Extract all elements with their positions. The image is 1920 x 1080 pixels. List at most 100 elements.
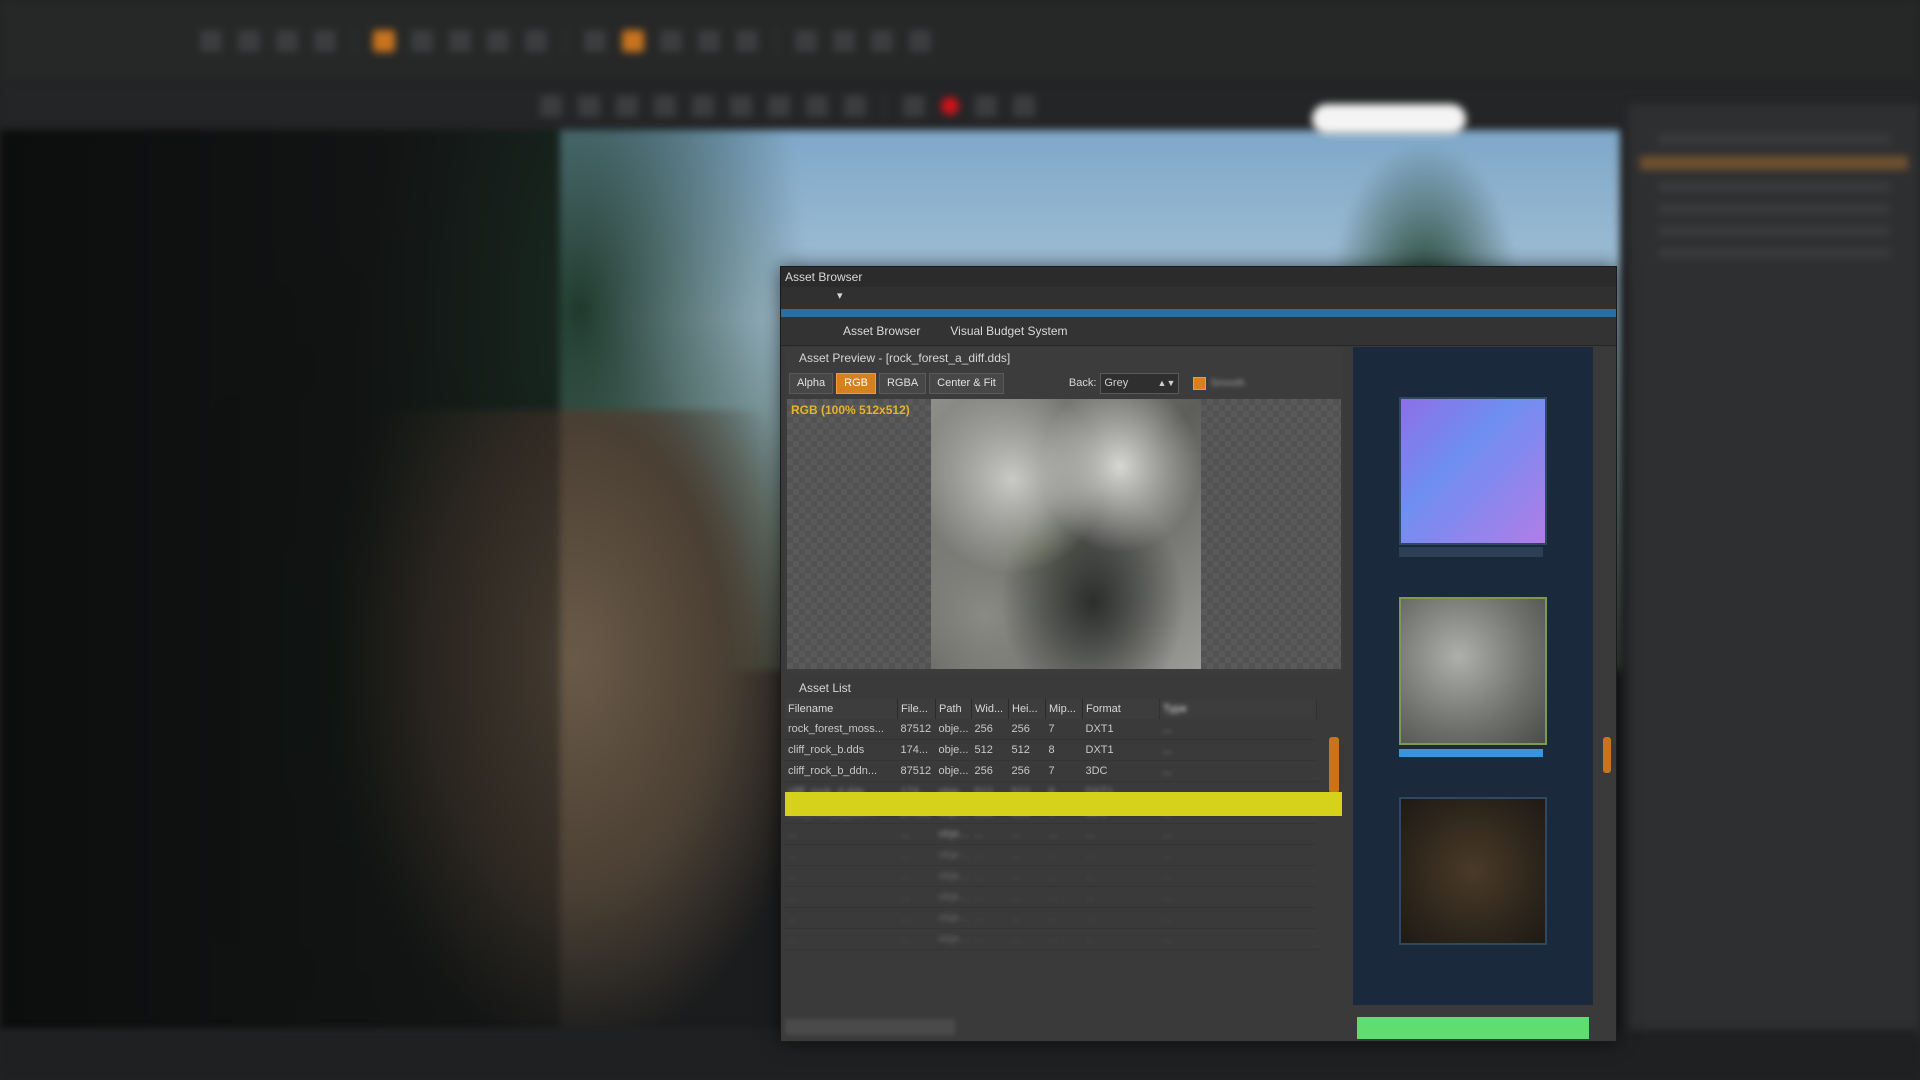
record-icon[interactable] <box>941 97 959 115</box>
toolbar-icon[interactable] <box>373 30 395 52</box>
chevron-down-icon[interactable]: ▾ <box>837 289 843 302</box>
column-header-file-size[interactable]: File... <box>897 699 936 719</box>
column-header-width[interactable]: Wid... <box>971 699 1009 719</box>
thumbnail-selection-bar <box>1399 749 1543 757</box>
table-row[interactable]: ...... obje.................. <box>785 928 1317 950</box>
cell-mips: ... <box>1045 865 1083 887</box>
thumbnail-scrollbar[interactable] <box>1603 737 1611 773</box>
toolbar-icon[interactable] <box>692 95 714 117</box>
toolbar-icon[interactable] <box>730 95 752 117</box>
table-row[interactable]: ...... obje.................. <box>785 886 1317 908</box>
cell-format: ... <box>1082 886 1160 908</box>
toolbar-icon[interactable] <box>525 30 547 52</box>
toolbar-icon[interactable] <box>833 30 855 52</box>
table-header-row: Filename File... Path Wid... Hei... Mip.… <box>785 699 1317 719</box>
cell-mips: ... <box>1045 823 1083 845</box>
toolbar-icon[interactable] <box>578 95 600 117</box>
cell-file-size: ... <box>897 844 936 866</box>
cell-height: ... <box>1008 823 1046 845</box>
toolbar-icon[interactable] <box>795 30 817 52</box>
toolbar-icon[interactable] <box>806 95 828 117</box>
asset-list-panel: Asset List Filename File... Path Wid... … <box>785 677 1343 1022</box>
rgba-button[interactable]: RGBA <box>878 372 927 394</box>
toolbar-icon[interactable] <box>844 95 866 117</box>
cell-mips: ... <box>1045 907 1083 929</box>
toolbar-icon[interactable] <box>660 30 682 52</box>
column-header-path[interactable]: Path <box>935 699 972 719</box>
dock-row <box>1658 204 1890 214</box>
cell-width: ... <box>971 907 1009 929</box>
asset-preview-toolbar: Alpha RGB RGBA Center & Fit Back: Grey ▲… <box>785 369 1343 397</box>
background-select[interactable]: Grey ▲▼ <box>1100 372 1180 394</box>
toolbar-icon[interactable] <box>622 30 644 52</box>
cell-mips: ... <box>1045 844 1083 866</box>
toolbar-separator <box>565 27 566 55</box>
toolbar-icon[interactable] <box>871 30 893 52</box>
toolbar-icon[interactable] <box>449 30 471 52</box>
preview-info-label: RGB (100% 512x512) <box>791 403 910 417</box>
cell-path: obje... <box>935 928 972 950</box>
cell-type: ... <box>1159 928 1317 950</box>
cell-format: ... <box>1082 823 1160 845</box>
cell-width: ... <box>971 844 1009 866</box>
cell-file-size: ... <box>897 823 936 845</box>
cell-mips: ... <box>1045 886 1083 908</box>
toolbar-icon[interactable] <box>487 30 509 52</box>
cell-width: ... <box>971 865 1009 887</box>
toolbar-icon[interactable] <box>540 95 562 117</box>
table-row[interactable]: ...... obje.................. <box>785 844 1317 866</box>
column-header-type[interactable]: Type <box>1159 699 1317 719</box>
preview-canvas[interactable]: RGB (100% 512x512) <box>787 399 1341 669</box>
rgb-button[interactable]: RGB <box>836 372 876 394</box>
cell-format: ... <box>1082 907 1160 929</box>
asset-table: Filename File... Path Wid... Hei... Mip.… <box>785 699 1317 950</box>
column-header-height[interactable]: Hei... <box>1008 699 1046 719</box>
asset-browser-status <box>785 1019 955 1035</box>
smooth-checkbox[interactable] <box>1193 376 1207 390</box>
tab-visual-budget-system[interactable]: Visual Budget System <box>950 324 1067 338</box>
dock-row <box>1658 182 1890 192</box>
background-select-value: Grey <box>1104 376 1129 389</box>
column-header-format[interactable]: Format <box>1082 699 1160 719</box>
column-header-filename[interactable]: Filename <box>785 699 898 719</box>
table-row[interactable]: ...... obje.................. <box>785 865 1317 887</box>
toolbar-icon[interactable] <box>238 30 260 52</box>
table-row[interactable]: ...... obje.................. <box>785 907 1317 929</box>
toolbar-icon[interactable] <box>616 95 638 117</box>
tab-asset-browser[interactable]: Asset Browser <box>843 324 920 338</box>
table-row[interactable]: cliff_rock_b.dds 174... obje... 512 512 8 DXT1… <box>785 739 1317 761</box>
asset-list-scrollbar[interactable] <box>1329 737 1339 793</box>
toolbar-icon[interactable] <box>411 30 433 52</box>
thumbnail-rock-dark[interactable] <box>1399 797 1547 945</box>
toolbar-icon[interactable] <box>654 95 676 117</box>
toolbar-icon[interactable] <box>909 30 931 52</box>
toolbar-icon[interactable] <box>1013 95 1035 117</box>
toolbar-icon[interactable] <box>276 30 298 52</box>
toolbar-icon[interactable] <box>314 30 336 52</box>
thumbnail-rock-diffuse[interactable] <box>1399 597 1547 745</box>
cell-height: ... <box>1008 928 1046 950</box>
table-row[interactable]: rock_forest_moss... 87512 obje... 256 256 7 DX… <box>785 719 1317 740</box>
toolbar-icon[interactable] <box>903 95 925 117</box>
center-fit-button[interactable]: Center & Fit <box>929 372 1004 394</box>
dock-section-header <box>1640 156 1908 170</box>
table-row[interactable]: cliff_rock_b_ddn... 87512 obje... 256 256 7 3D… <box>785 760 1317 782</box>
toolbar-icon[interactable] <box>584 30 606 52</box>
texture-preview-image <box>931 399 1201 669</box>
alpha-button[interactable]: Alpha <box>789 372 834 394</box>
window-title: Asset Browser <box>781 267 1616 287</box>
toolbar-icon[interactable] <box>698 30 720 52</box>
table-row[interactable]: ...... obje.................. <box>785 823 1317 845</box>
cell-file-size: 87512 <box>897 760 936 782</box>
cell-height: ... <box>1008 886 1046 908</box>
cell-format: ... <box>1082 865 1160 887</box>
asset-list-header: Asset List <box>799 681 852 695</box>
toolbar-icon[interactable] <box>768 95 790 117</box>
column-header-mips[interactable]: Mip... <box>1045 699 1083 719</box>
toolbar-icon[interactable] <box>736 30 758 52</box>
toolbar-icon[interactable] <box>200 30 222 52</box>
search-input[interactable] <box>1312 104 1466 134</box>
thumbnail-normal-map[interactable] <box>1399 397 1547 545</box>
cell-type: ... <box>1159 865 1317 887</box>
toolbar-icon[interactable] <box>975 95 997 117</box>
